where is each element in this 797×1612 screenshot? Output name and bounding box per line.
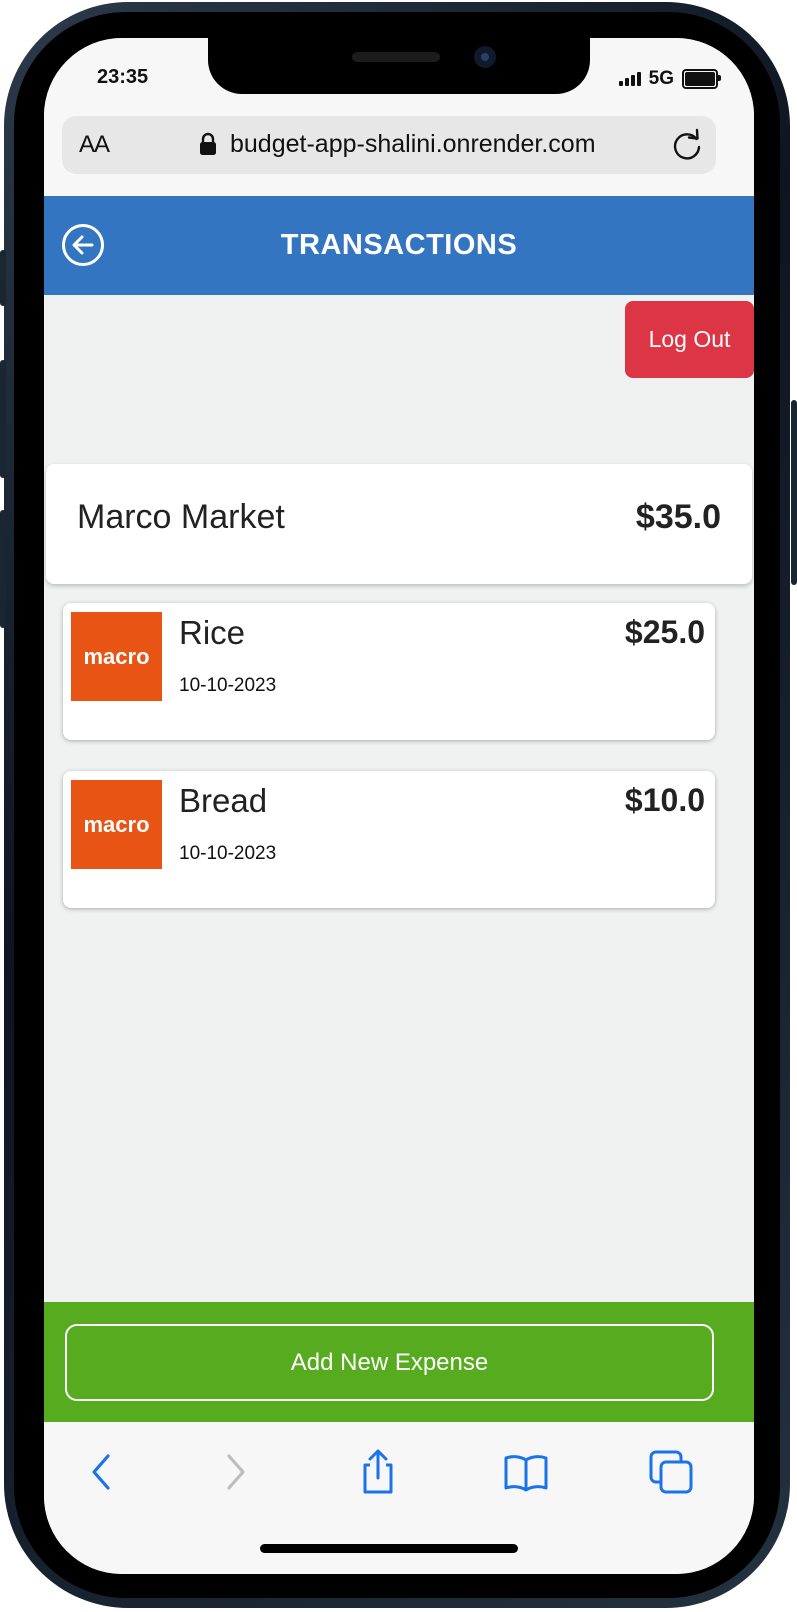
silent-switch — [0, 250, 6, 306]
logout-button[interactable]: Log Out — [625, 301, 754, 378]
network-type: 5G — [648, 68, 674, 89]
volume-up-button — [0, 360, 6, 478]
tabs-icon[interactable] — [647, 1448, 695, 1496]
power-button — [791, 400, 797, 585]
category-total: $35.0 — [635, 498, 721, 536]
status-indicators: 5G — [618, 68, 721, 90]
add-new-expense-button[interactable]: Add New Expense — [65, 1324, 714, 1401]
back-chevron-icon[interactable] — [78, 1448, 126, 1496]
transaction-date: 10-10-2023 — [179, 843, 277, 864]
merchant-logo: macro — [71, 780, 162, 869]
notch — [208, 38, 590, 94]
forward-chevron-icon[interactable] — [211, 1448, 259, 1496]
home-indicator — [260, 1544, 518, 1553]
transaction-name: Rice — [179, 614, 246, 651]
transaction-amount: $10.0 — [624, 782, 705, 818]
category-summary-card: Marco Market $35.0 — [46, 464, 752, 584]
text-size-button[interactable]: AA — [79, 131, 110, 159]
volume-down-button — [0, 510, 6, 628]
status-time: 23:35 — [97, 66, 149, 88]
transaction-card[interactable]: macro Rice 10-10-2023 $25.0 — [63, 603, 715, 740]
speaker-grille — [352, 52, 440, 62]
lock-icon — [200, 132, 216, 155]
signal-icon — [618, 72, 641, 86]
url-field[interactable]: AA budget-app-shalini.onrender.com — [62, 116, 716, 174]
page-title: TRANSACTIONS — [280, 229, 518, 261]
footer-bar: Add New Expense — [44, 1302, 754, 1422]
phone-screen: 23:35 5G AA budget-app-shalini.onrender.… — [44, 38, 754, 1574]
transaction-amount: $25.0 — [624, 614, 705, 650]
merchant-logo: macro — [71, 612, 162, 701]
battery-icon — [682, 69, 721, 89]
transaction-card[interactable]: macro Bread 10-10-2023 $10.0 — [63, 771, 715, 908]
transaction-name: Bread — [179, 782, 268, 819]
share-icon[interactable] — [354, 1448, 402, 1496]
url-text: budget-app-shalini.onrender.com — [230, 130, 596, 158]
front-camera — [474, 46, 496, 68]
app-header: TRANSACTIONS — [44, 196, 754, 295]
reload-icon[interactable] — [670, 128, 704, 162]
transaction-date: 10-10-2023 — [179, 675, 277, 696]
bookmarks-icon[interactable] — [502, 1448, 550, 1496]
browser-toolbar — [44, 1422, 754, 1574]
category-name: Marco Market — [77, 498, 285, 536]
